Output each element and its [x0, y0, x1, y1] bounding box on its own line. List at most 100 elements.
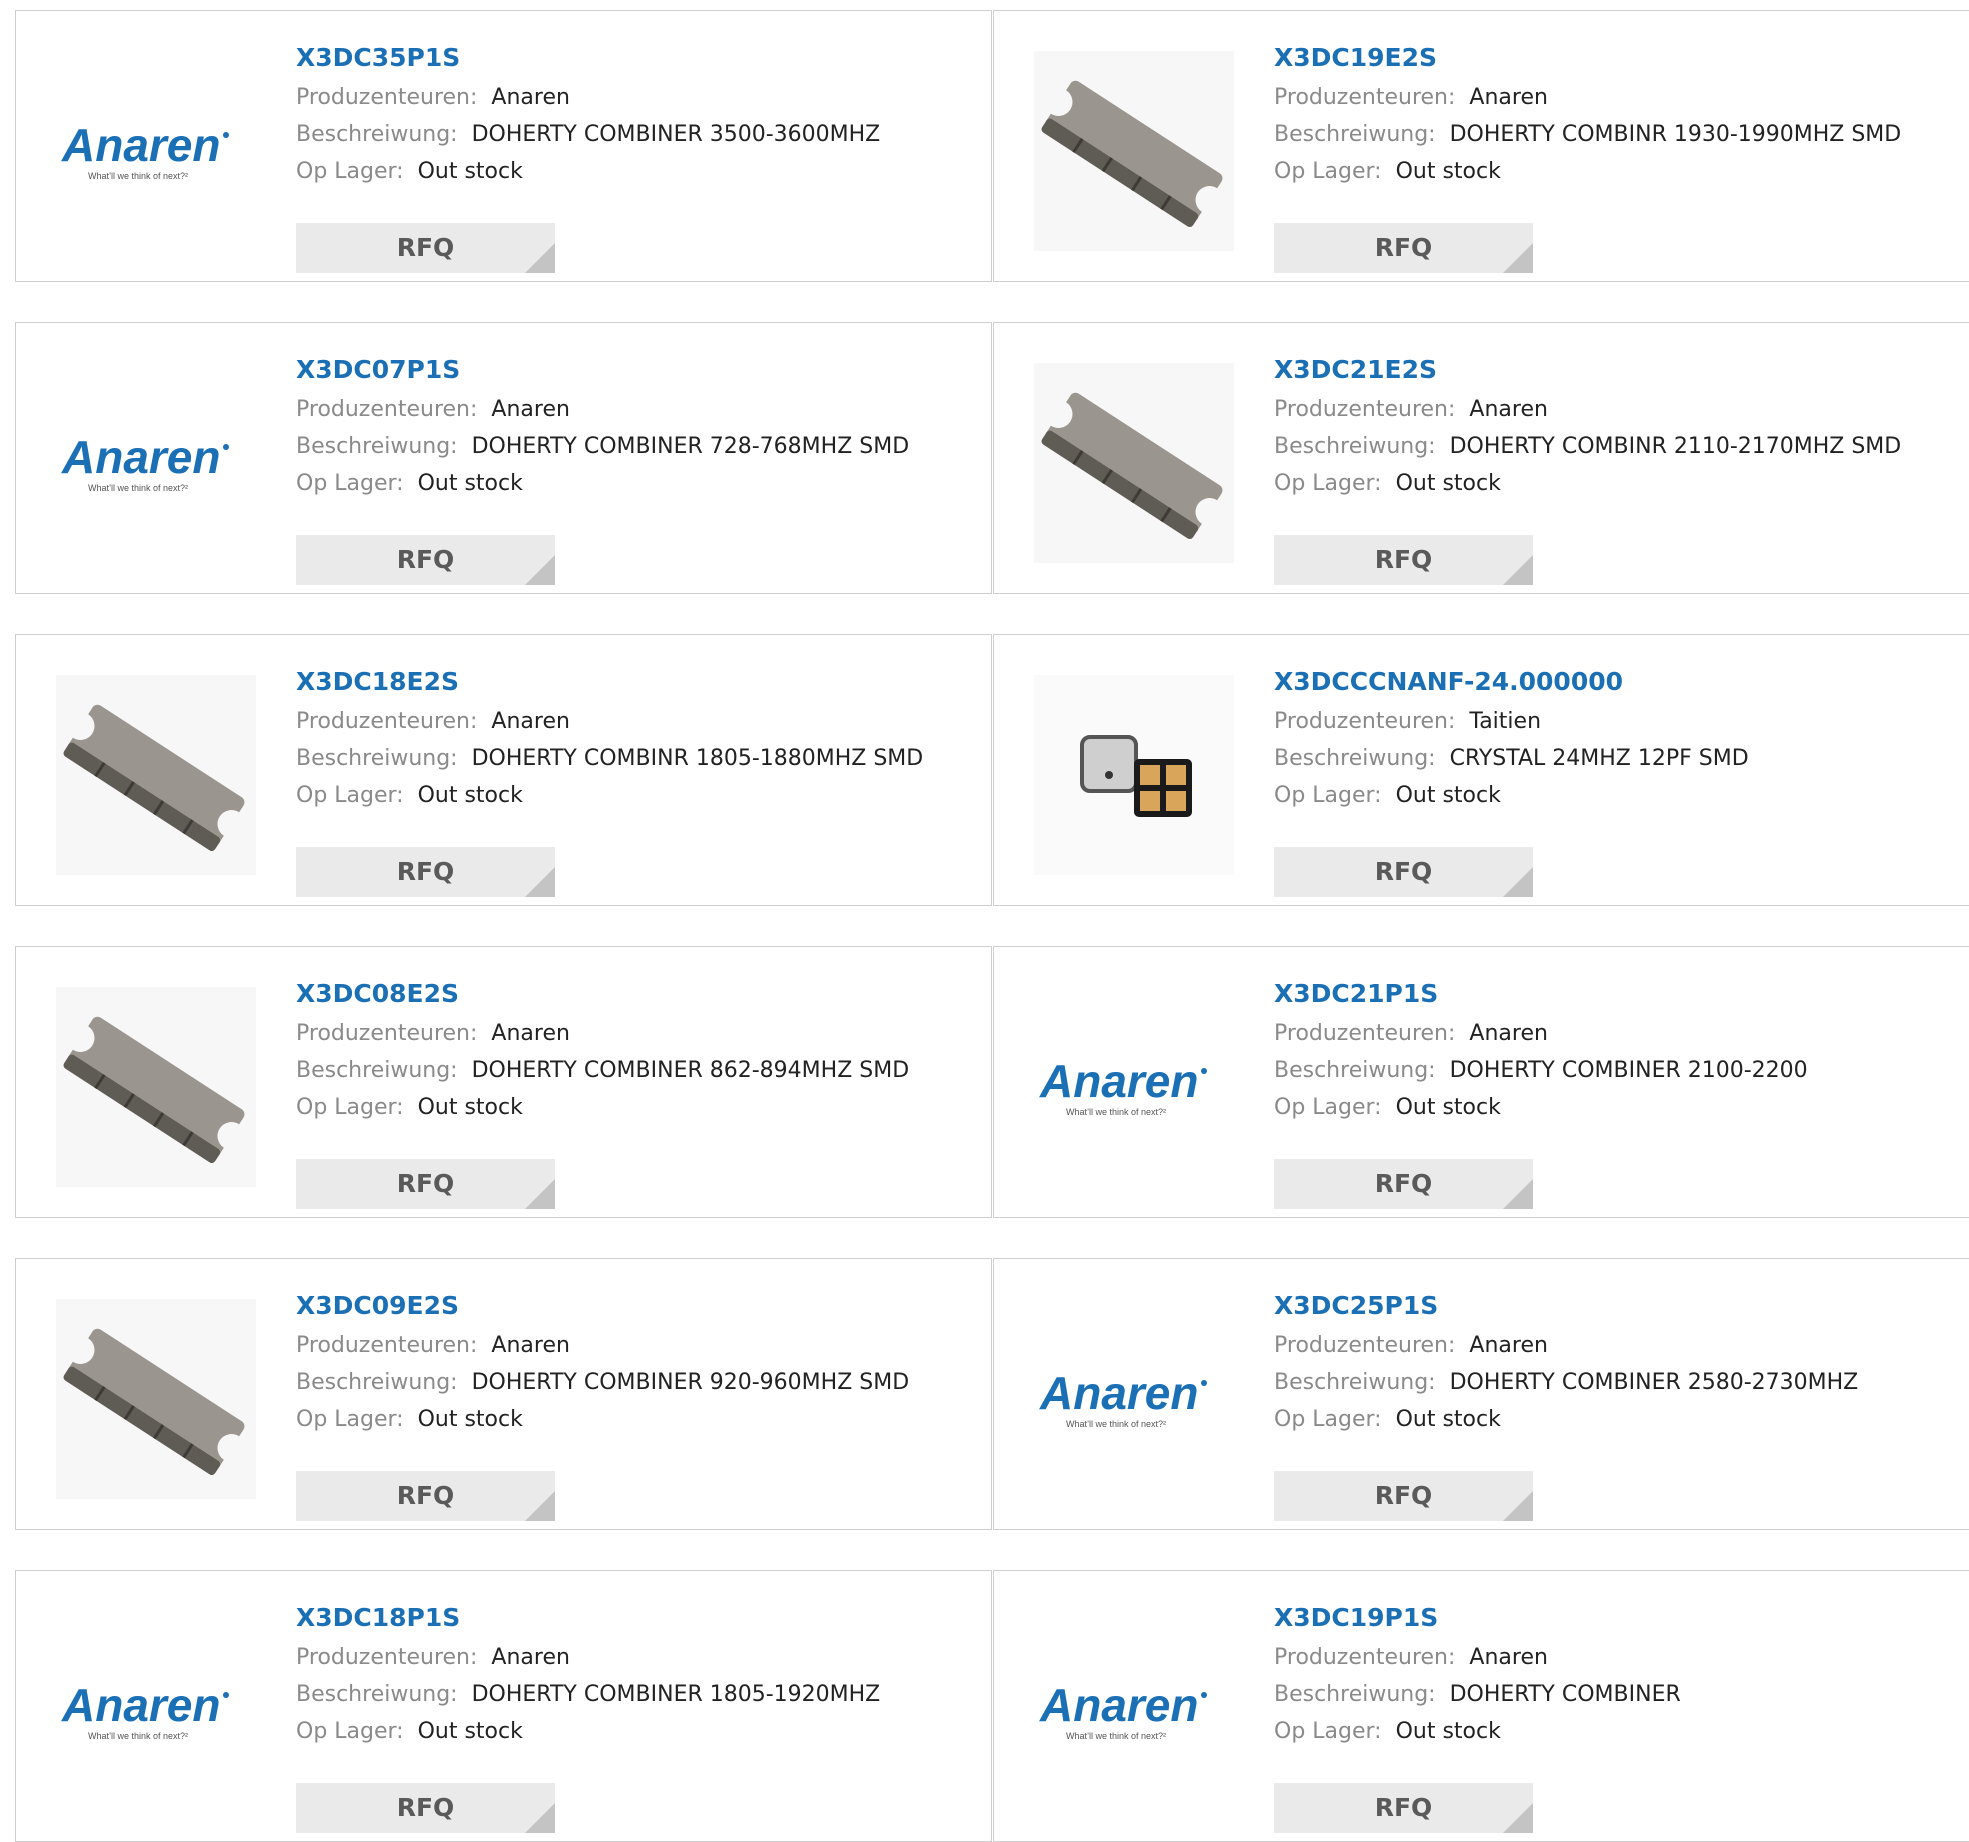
rfq-button[interactable]: RFQ	[296, 535, 555, 585]
product-part-link[interactable]: X3DC25P1S	[1274, 1289, 1959, 1323]
product-part-link[interactable]: X3DC07P1S	[296, 353, 981, 387]
product-card: Anaren What’ll we think of next?² X3DC07P1…	[15, 322, 992, 594]
product-part-link[interactable]: X3DC08E2S	[296, 977, 981, 1011]
svg-text:Anaren: Anaren	[61, 1679, 220, 1731]
product-info: X3DCCCNANF-24.000000 Produzenteuren: Taiti…	[1274, 665, 1959, 897]
manufacturer-line: Produzenteuren: Anaren	[296, 1015, 981, 1052]
rfq-button[interactable]: RFQ	[296, 1783, 555, 1833]
product-part-link[interactable]: X3DCCCNANF-24.000000	[1274, 665, 1959, 699]
description-label: Beschreiwung:	[296, 746, 458, 771]
product-image[interactable]	[1034, 675, 1234, 875]
product-image[interactable]	[56, 1299, 256, 1499]
stock-line: Op Lager: Out stock	[296, 777, 981, 814]
description-line: Beschreiwung: DOHERTY COMBINER	[1274, 1676, 1959, 1713]
product-image[interactable]: Anaren What’ll we think of next?²	[1034, 1611, 1234, 1811]
product-info: X3DC07P1S Produzenteuren: Anaren Beschreiwu…	[296, 353, 981, 585]
product-part-link[interactable]: X3DC21E2S	[1274, 353, 1959, 387]
product-image[interactable]: Anaren What’ll we think of next?²	[56, 1611, 256, 1811]
stock-value: Out stock	[1395, 471, 1501, 496]
stock-value: Out stock	[1395, 783, 1501, 808]
manufacturer-value: Anaren	[1469, 397, 1548, 422]
anaren-logo-icon: AnarenWhat’ll we think of next?²	[1039, 1367, 1207, 1429]
stock-value: Out stock	[417, 159, 523, 184]
manufacturer-value: Anaren	[491, 1645, 570, 1670]
description-label: Beschreiwung:	[1274, 122, 1436, 147]
corner-decoration-icon	[1503, 1803, 1533, 1833]
stock-value: Out stock	[417, 471, 523, 496]
corner-decoration-icon	[525, 555, 555, 585]
stock-label: Op Lager:	[1274, 471, 1382, 496]
product-part-link[interactable]: X3DC18E2S	[296, 665, 981, 699]
product-info: X3DC08E2S Produzenteuren: Anaren Beschreiwu…	[296, 977, 981, 1209]
product-image[interactable]: Anaren What’ll we think of next?²	[1034, 987, 1234, 1187]
rfq-button[interactable]: RFQ	[296, 847, 555, 897]
manufacturer-label: Produzenteuren:	[1274, 1333, 1456, 1358]
product-image[interactable]: Anaren What’ll we think of next?²	[56, 51, 256, 251]
description-line: Beschreiwung: DOHERTY COMBINER 2100-2200	[1274, 1052, 1959, 1089]
combiner-chip-icon	[1034, 363, 1234, 563]
manufacturer-value: Anaren	[1469, 1333, 1548, 1358]
description-line: Beschreiwung: DOHERTY COMBINER 920-960MHZ…	[296, 1364, 981, 1401]
manufacturer-label: Produzenteuren:	[296, 1645, 478, 1670]
product-part-link[interactable]: X3DC21P1S	[1274, 977, 1959, 1011]
product-image[interactable]	[1034, 363, 1234, 563]
manufacturer-label: Produzenteuren:	[1274, 85, 1456, 110]
rfq-label: RFQ	[396, 545, 455, 574]
anaren-logo-icon: AnarenWhat’ll we think of next?²	[61, 431, 229, 493]
product-image[interactable]: Anaren What’ll we think of next?²	[1034, 1299, 1234, 1499]
product-image[interactable]	[1034, 51, 1234, 251]
rfq-label: RFQ	[1374, 545, 1433, 574]
description-label: Beschreiwung:	[296, 434, 458, 459]
product-info: X3DC18P1S Produzenteuren: Anaren Beschreiwu…	[296, 1601, 981, 1833]
product-card: X3DC09E2S Produzenteuren: Anaren Beschreiwu…	[15, 1258, 992, 1530]
manufacturer-label: Produzenteuren:	[1274, 709, 1456, 734]
combiner-chip-icon	[1034, 51, 1234, 251]
product-card: Anaren What’ll we think of next?² X3DC19P1…	[993, 1570, 1969, 1842]
stock-line: Op Lager: Out stock	[1274, 1401, 1959, 1438]
rfq-button[interactable]: RFQ	[1274, 535, 1533, 585]
product-image[interactable]	[56, 987, 256, 1187]
manufacturer-value: Taitien	[1469, 709, 1542, 734]
manufacturer-value: Anaren	[491, 85, 570, 110]
svg-text:Anaren: Anaren	[61, 119, 220, 171]
manufacturer-line: Produzenteuren: Anaren	[1274, 391, 1959, 428]
product-image[interactable]: Anaren What’ll we think of next?²	[56, 363, 256, 563]
stock-label: Op Lager:	[296, 471, 404, 496]
stock-value: Out stock	[417, 783, 523, 808]
description-line: Beschreiwung: DOHERTY COMBINER 1805-1920M…	[296, 1676, 981, 1713]
svg-text:What’ll we think of next?²: What’ll we think of next?²	[88, 483, 188, 493]
rfq-button[interactable]: RFQ	[296, 223, 555, 273]
manufacturer-label: Produzenteuren:	[296, 397, 478, 422]
rfq-button[interactable]: RFQ	[296, 1159, 555, 1209]
product-part-link[interactable]: X3DC09E2S	[296, 1289, 981, 1323]
rfq-button[interactable]: RFQ	[1274, 1783, 1533, 1833]
corner-decoration-icon	[1503, 867, 1533, 897]
rfq-button[interactable]: RFQ	[1274, 1159, 1533, 1209]
combiner-chip-icon	[56, 675, 256, 875]
corner-decoration-icon	[1503, 243, 1533, 273]
description-value: DOHERTY COMBINER	[1449, 1682, 1681, 1707]
product-image[interactable]	[56, 675, 256, 875]
svg-text:What’ll we think of next?²: What’ll we think of next?²	[1066, 1419, 1166, 1429]
stock-label: Op Lager:	[296, 1407, 404, 1432]
product-row: X3DC18E2S Produzenteuren: Anaren Beschreiwu…	[15, 634, 1969, 906]
rfq-button[interactable]: RFQ	[1274, 847, 1533, 897]
rfq-button[interactable]: RFQ	[296, 1471, 555, 1521]
combiner-chip-icon	[56, 987, 256, 1187]
product-part-link[interactable]: X3DC35P1S	[296, 41, 981, 75]
product-part-link[interactable]: X3DC19P1S	[1274, 1601, 1959, 1635]
manufacturer-label: Produzenteuren:	[1274, 397, 1456, 422]
combiner-chip-icon	[56, 1299, 256, 1499]
anaren-logo-icon: AnarenWhat’ll we think of next?²	[1039, 1055, 1207, 1117]
rfq-button[interactable]: RFQ	[1274, 1471, 1533, 1521]
product-info: X3DC35P1S Produzenteuren: Anaren Beschreiwu…	[296, 41, 981, 273]
svg-text:Anaren: Anaren	[1039, 1367, 1198, 1419]
stock-label: Op Lager:	[1274, 1407, 1382, 1432]
stock-value: Out stock	[417, 1407, 523, 1432]
corner-decoration-icon	[525, 1491, 555, 1521]
product-part-link[interactable]: X3DC18P1S	[296, 1601, 981, 1635]
product-card: Anaren What’ll we think of next?² X3DC35P1…	[15, 10, 992, 282]
rfq-button[interactable]: RFQ	[1274, 223, 1533, 273]
manufacturer-line: Produzenteuren: Anaren	[296, 79, 981, 116]
product-part-link[interactable]: X3DC19E2S	[1274, 41, 1959, 75]
